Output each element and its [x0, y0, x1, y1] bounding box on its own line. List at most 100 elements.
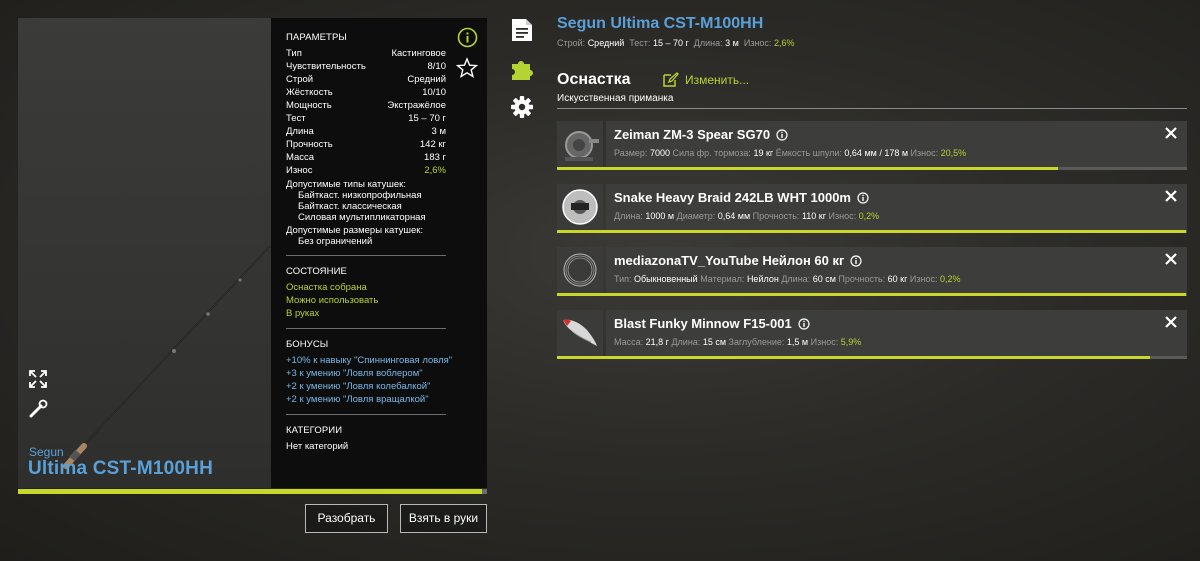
tools-icon[interactable] [27, 398, 49, 420]
rod-stats: Строй: Средний Тест: 15 – 70 г Длина: 3 … [557, 38, 794, 48]
tackle-item-title: Zeiman ZM-3 Spear SG70 [614, 127, 771, 142]
edit-tackle-link[interactable]: Изменить... [663, 72, 749, 87]
tackle-item-wear-bar [557, 230, 1187, 233]
stat-label: Длина: [671, 337, 703, 347]
state-list: Оснастка собрана Можно использовать В рука… [286, 281, 473, 320]
take-in-hands-button[interactable]: Взять в руки [400, 504, 487, 533]
close-icon[interactable] [1165, 190, 1177, 202]
close-icon[interactable] [1165, 316, 1177, 328]
tackle-item-body: mediazonaTV_YouTube Нейлон 60 кг Тип: Обы… [606, 247, 1187, 293]
tackle-item-title: Snake Heavy Braid 242LB WHT 1000m [614, 190, 851, 205]
divider [286, 414, 446, 415]
rod-model: Ultima CST-M100HH [28, 458, 213, 479]
param-value: Средний [407, 74, 446, 85]
tackle-item-title: mediazonaTV_YouTube Нейлон 60 кг [614, 253, 845, 268]
param-row: Жёсткость 10/10 [286, 86, 446, 99]
stat-value: 0,64 мм / 178 м [844, 148, 909, 158]
reel-type-item: Байткаст. классическая [298, 201, 402, 212]
stat-label: Сила фр. тормоза: [672, 148, 754, 158]
disassemble-button[interactable]: Разобрать [305, 504, 388, 533]
rod-picture [63, 245, 271, 469]
categories-value: Нет категорий [286, 441, 349, 452]
tackle-item-body: Zeiman ZM-3 Spear SG70 Размер: 7000 Сила … [606, 121, 1187, 167]
param-label: Длина [286, 126, 314, 137]
document-icon[interactable] [510, 17, 534, 43]
divider [286, 255, 446, 256]
stat-value: 15 см [702, 337, 727, 347]
info-icon[interactable] [457, 27, 478, 48]
stat-value: 5,9% [840, 337, 862, 347]
stat-label: Размер: [614, 148, 650, 158]
stat-label: Строй: [557, 38, 586, 48]
stat-value: 7000 [649, 148, 670, 158]
param-row: Масса 183 г [286, 151, 446, 164]
stat-value: 60 кг [887, 274, 908, 284]
close-icon[interactable] [1165, 253, 1177, 265]
info-icon[interactable] [857, 191, 869, 204]
stat-value: 60 см [812, 274, 836, 284]
reel-size-item: Без ограничений [298, 236, 373, 247]
stat-label: Материал: [700, 274, 747, 284]
param-value: 3 м [431, 126, 446, 137]
param-label: Жёсткость [286, 87, 333, 98]
puzzle-icon[interactable] [510, 56, 534, 82]
tackle-item-name: mediazonaTV_YouTube Нейлон 60 кг [614, 253, 863, 268]
stat-label: Тип: [614, 274, 635, 284]
stat-value: 1000 м [645, 211, 675, 221]
tackle-item-stats: Тип: Обыкновенный Материал: Нейлон Длина… [614, 274, 961, 284]
tackle-item-wear-fill [557, 356, 1150, 359]
rod-wear-bar [18, 489, 487, 494]
param-value: 142 кг [419, 139, 446, 150]
stat-label: Ёмкость шпули: [775, 148, 845, 158]
lure-type: Искусственная приманка [557, 93, 674, 104]
param-row: Тип Кастинговое [286, 47, 446, 60]
gear-icon[interactable] [510, 94, 534, 120]
tackle-item[interactable]: Snake Heavy Braid 242LB WHT 1000m Длина: … [557, 184, 1187, 233]
star-icon[interactable] [456, 57, 478, 79]
stat-value: 1,5 м [786, 337, 809, 347]
divider [557, 108, 1187, 109]
tackle-item-thumbnail [557, 184, 603, 230]
tackle-item-stats: Длина: 1000 м Диаметр: 0,64 мм Прочность… [614, 211, 879, 221]
tackle-item-wear-fill [557, 230, 1186, 233]
tackle-item[interactable]: mediazonaTV_YouTube Нейлон 60 кг Тип: Обы… [557, 247, 1187, 296]
stat-label: Диаметр: [676, 211, 718, 221]
reel-type-item: Силовая мультипликаторная [298, 212, 426, 223]
tackle-item[interactable]: Zeiman ZM-3 Spear SG70 Размер: 7000 Сила … [557, 121, 1187, 170]
param-label: Прочность [286, 139, 333, 150]
bonus-item: +2 к умению "Ловля вращалкой" [286, 394, 429, 405]
param-value: 183 г [424, 152, 446, 163]
tackle-item-thumbnail [557, 247, 603, 293]
rod-image [18, 18, 271, 488]
state-item: Можно использовать [286, 295, 379, 306]
stat-value: 2,6% [773, 38, 795, 48]
reel-types-label: Допустимые типы катушек: [286, 179, 406, 190]
stat-label: Прочность: [838, 274, 888, 284]
stat-label: Заглубление: [728, 337, 787, 347]
tackle-item[interactable]: Blast Funky Minnow F15-001 Масса: 21,8 г … [557, 310, 1187, 359]
state-item: В руках [286, 308, 320, 319]
stat-label: Масса: [614, 337, 646, 347]
tackle-item-thumbnail [557, 121, 603, 167]
tackle-item-wear-bar [557, 167, 1187, 170]
reel-sizes-label: Допустимые размеры катушек: [286, 225, 424, 236]
expand-icon[interactable] [27, 368, 49, 390]
info-icon[interactable] [850, 254, 863, 267]
tackle-title: Оснастка [557, 71, 631, 88]
close-icon[interactable] [1165, 127, 1177, 139]
rod-brand: Segun [29, 445, 64, 459]
stat-value: 0,2% [940, 274, 961, 284]
param-row: Чувствительность 8/10 [286, 60, 446, 73]
param-label: Тест [286, 113, 306, 124]
param-row: Мощность Экстражёлое [286, 99, 446, 112]
stat-value: 110 кг [801, 211, 827, 221]
stat-value: Обыкновенный [634, 274, 698, 284]
bonus-item: +3 к умению "Ловля воблером" [286, 368, 423, 379]
param-row: Строй Средний [286, 73, 446, 86]
stat-label: Износ: [828, 211, 859, 221]
info-icon[interactable] [798, 317, 810, 330]
parameters-panel: ПАРАМЕТРЫ Тип Кастинговое Чувствительность… [271, 18, 487, 488]
param-value: Кастинговое [391, 48, 446, 59]
stat-value: 15 – 70 г [652, 38, 689, 48]
info-icon[interactable] [776, 128, 788, 141]
